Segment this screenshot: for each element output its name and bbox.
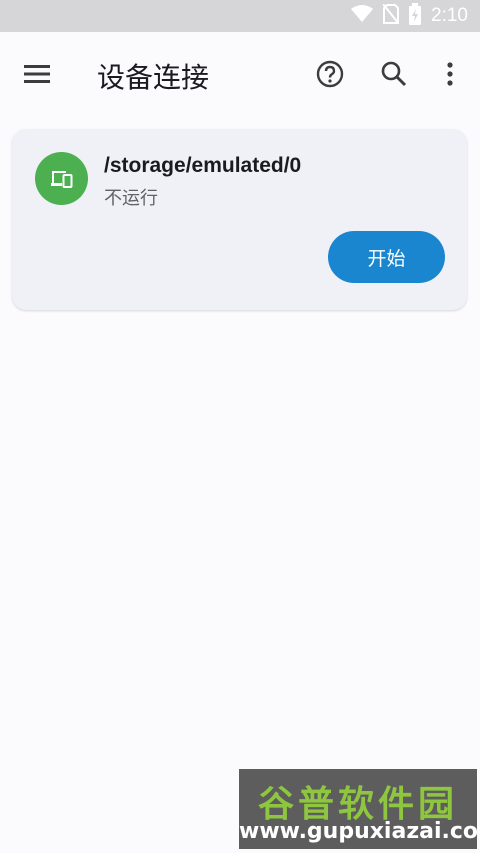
search-icon[interactable] bbox=[370, 50, 418, 98]
menu-icon[interactable] bbox=[13, 50, 61, 98]
help-icon[interactable] bbox=[306, 50, 354, 98]
battery-charging-icon bbox=[409, 3, 422, 29]
no-sim-icon bbox=[382, 3, 400, 28]
status-bar: 2:10 bbox=[0, 0, 480, 32]
page-title: 设备连接 bbox=[97, 61, 210, 94]
status-time: 2:10 bbox=[431, 5, 468, 26]
watermark-url: www.gupuxiazai.com bbox=[239, 819, 480, 844]
device-path: /storage/emulated/0 bbox=[104, 154, 302, 177]
devices-icon bbox=[35, 152, 88, 205]
app-bar: 设备连接 bbox=[0, 32, 480, 118]
wifi-icon bbox=[351, 5, 374, 27]
device-card[interactable]: /storage/emulated/0 不运行 开始 bbox=[12, 129, 467, 310]
start-button[interactable]: 开始 bbox=[328, 231, 445, 283]
device-status: 不运行 bbox=[104, 188, 158, 209]
more-vert-icon[interactable] bbox=[426, 50, 474, 98]
watermark: 谷普软件园 www.gupuxiazai.com bbox=[239, 769, 480, 849]
